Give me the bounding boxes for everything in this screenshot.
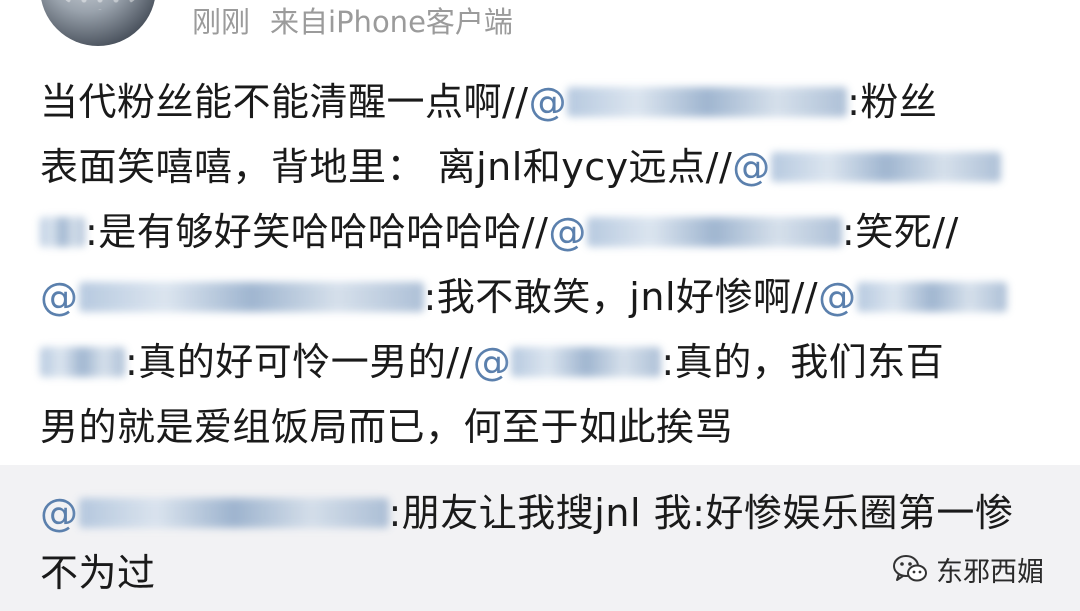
post-text: 当代粉丝能不能清醒一点啊// — [40, 80, 529, 124]
mention-username-blurred — [856, 282, 1007, 312]
post-text: :是有够好笑哈哈哈哈哈哈// — [85, 210, 549, 254]
avatar[interactable] — [40, 0, 156, 46]
post-source: 来自iPhone客户端 — [270, 5, 513, 39]
mention[interactable]: @ — [548, 210, 842, 254]
mention-at: @ — [40, 491, 79, 535]
post-text: :真的，我们东百 — [661, 340, 945, 384]
post-text: :真的好可怜一男的// — [125, 340, 473, 384]
repost-text: :朋友让我搜jnl 我:好惨娱乐圈第一惨 — [388, 491, 1014, 535]
post-time: 刚刚 — [192, 5, 251, 39]
mention[interactable]: @ — [732, 145, 1001, 189]
mention[interactable]: @ — [529, 80, 848, 124]
mention-username-blurred — [586, 217, 842, 247]
mention-username-blurred — [770, 152, 1001, 182]
post-text: :粉丝 — [847, 80, 938, 124]
wechat-icon — [893, 555, 927, 582]
mention-username-blurred — [567, 87, 848, 117]
mention-at: @ — [40, 275, 79, 319]
post-text: 男的就是爱组饭局而已，何至于如此挨骂 — [40, 405, 734, 449]
mention-username-blurred — [511, 347, 662, 377]
mention[interactable]: @ — [473, 340, 662, 384]
mention-username-blurred[interactable] — [40, 217, 85, 247]
watermark-text: 东邪西媚 — [936, 556, 1044, 588]
post-text: :笑死// — [841, 210, 959, 254]
repost-text: 不为过 — [40, 551, 156, 595]
mention-at: @ — [548, 210, 587, 254]
mention[interactable]: @ — [818, 275, 1007, 319]
post-text: 表面笑嘻嘻，背地里： 离jnl和ycy远点// — [40, 145, 733, 189]
mention-at: @ — [528, 80, 568, 124]
watermark: 东邪西媚 — [892, 549, 1044, 589]
mention-username-blurred — [78, 498, 389, 528]
mention-username-blurred — [78, 282, 424, 312]
post-body: 当代粉丝能不能清醒一点啊//@:粉丝 表面笑嘻嘻，背地里： 离jnl和ycy远点… — [40, 70, 1050, 460]
mention[interactable]: @ — [40, 275, 424, 319]
mention[interactable]: @ — [40, 491, 389, 535]
post-meta: 刚刚 来自iPhone客户端 — [192, 0, 513, 44]
mention-at: @ — [472, 340, 512, 384]
post-text: :我不敢笑，jnl好惨啊// — [423, 275, 819, 319]
mention-at: @ — [732, 145, 771, 189]
mention-at: @ — [818, 275, 857, 319]
repost-card[interactable]: @ :朋友让我搜jnl 我:好惨娱乐圈第一惨 不为过 东邪西媚 — [0, 465, 1080, 611]
mention-username-blurred[interactable] — [40, 347, 125, 377]
